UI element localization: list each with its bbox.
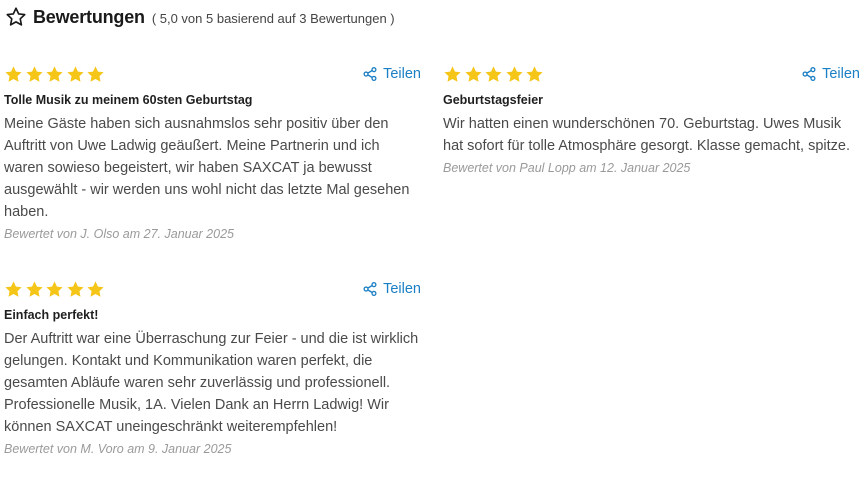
star-icon	[484, 65, 503, 84]
star-icon	[45, 65, 64, 84]
share-button[interactable]: Teilen	[802, 66, 860, 82]
star-icon	[525, 65, 544, 84]
share-label: Teilen	[822, 66, 860, 82]
star-icon	[25, 65, 44, 84]
share-icon	[363, 67, 377, 81]
reviews-header: Bewertungen ( 5,0 von 5 basierend auf 3 …	[5, 6, 395, 28]
review-text: Meine Gäste haben sich ausnahmslos sehr …	[4, 116, 410, 220]
star-icon	[505, 65, 524, 84]
share-label: Teilen	[383, 281, 421, 297]
review-meta: Bewertet von J. Olso am 27. Januar 2025	[4, 227, 234, 241]
star-icon	[86, 65, 105, 84]
star-icon	[4, 65, 23, 84]
star-icon	[66, 280, 85, 299]
share-button[interactable]: Teilen	[363, 281, 421, 297]
review-meta: Bewertet von Paul Lopp am 12. Januar 202…	[443, 161, 691, 175]
star-icon	[4, 280, 23, 299]
rating-summary: ( 5,0 von 5 basierend auf 3 Bewertungen …	[151, 10, 395, 26]
review-text: Der Auftritt war eine Überraschung zur F…	[4, 331, 419, 435]
star-icon	[25, 280, 44, 299]
review-card: Teilen Einfach perfekt! Der Auftritt war…	[4, 278, 421, 456]
star-icon	[66, 65, 85, 84]
review-text: Wir hatten einen wunderschönen 70. Gebur…	[443, 116, 851, 154]
star-outline-icon	[5, 6, 27, 28]
star-rating	[4, 280, 107, 299]
share-icon	[363, 282, 377, 296]
star-rating	[443, 65, 546, 84]
share-icon	[802, 67, 816, 81]
review-title: Geburtstagsfeier	[443, 93, 544, 107]
star-icon	[464, 65, 483, 84]
star-icon	[86, 280, 105, 299]
review-title: Tolle Musik zu meinem 60sten Geburtstag	[4, 93, 253, 107]
review-card: Teilen Geburtstagsfeier Wir hatten einen…	[443, 63, 860, 175]
review-meta: Bewertet von M. Voro am 9. Januar 2025	[4, 442, 232, 456]
review-card: Teilen Tolle Musik zu meinem 60sten Gebu…	[4, 63, 421, 241]
star-icon	[45, 280, 64, 299]
share-button[interactable]: Teilen	[363, 66, 421, 82]
page-title: Bewertungen	[33, 6, 145, 27]
star-rating	[4, 65, 107, 84]
star-icon	[443, 65, 462, 84]
review-title: Einfach perfekt!	[4, 308, 99, 322]
share-label: Teilen	[383, 66, 421, 82]
